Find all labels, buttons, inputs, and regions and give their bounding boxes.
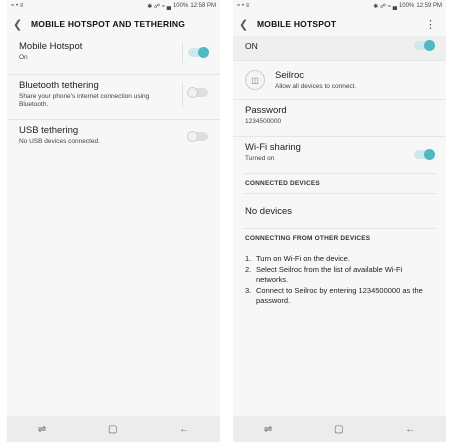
network-name: Seilroc	[275, 69, 305, 81]
recents-icon[interactable]: ⇌	[38, 424, 46, 435]
home-icon[interactable]: ▢	[108, 424, 117, 435]
back-icon[interactable]: ←	[179, 424, 189, 435]
divider	[182, 83, 183, 107]
back-icon[interactable]: ←	[405, 424, 415, 435]
status-bar: ≈ • ≡ ✱ ☍ ≈ ▄ 100% 12:58 PM	[7, 0, 220, 12]
more-options-icon[interactable]: ⋮	[425, 18, 436, 31]
back-arrow-icon[interactable]: ❮	[13, 18, 27, 31]
battery-level: 100%	[172, 3, 189, 9]
connection-steps: 1. Turn on Wi-Fi on the device. 2. Select …	[233, 254, 446, 307]
wifi-sharing-status: Turned on	[245, 155, 275, 162]
wifi-sharing-row[interactable]: Wi-Fi sharing Turned on	[233, 136, 446, 173]
password-row[interactable]: Password 1234500000	[233, 99, 446, 136]
signal-icons: ✱ ☍ ≈ ▄	[147, 3, 171, 10]
navigation-bar: ⇌ ▢ ←	[7, 416, 220, 442]
clock: 12:58 PM	[190, 3, 216, 9]
page-title: MOBILE HOTSPOT AND TETHERING	[31, 19, 186, 29]
hotspot-master-toggle[interactable]	[414, 40, 435, 51]
app-bar: ❮ MOBILE HOTSPOT AND TETHERING	[7, 12, 220, 36]
master-switch-row[interactable]: ON	[233, 36, 446, 60]
usb-tethering-label: USB tethering	[19, 125, 79, 136]
navigation-bar: ⇌ ▢ ←	[233, 416, 446, 442]
bluetooth-tethering-row[interactable]: Bluetooth tethering Share your phone's i…	[7, 74, 220, 119]
wifi-sharing-label: Wi-Fi sharing	[245, 142, 301, 153]
password-label: Password	[245, 105, 287, 116]
left-phone-screen: ≈ • ≡ ✱ ☍ ≈ ▄ 100% 12:58 PM ❮ MOBILE HOT…	[7, 0, 220, 442]
back-arrow-icon[interactable]: ❮	[239, 18, 253, 31]
network-allow-description: Allow all devices to connect.	[275, 82, 357, 90]
clock: 12:59 PM	[416, 3, 442, 9]
app-bar: ❮ MOBILE HOTSPOT ⋮	[233, 12, 446, 36]
step-2: 2. Select Seilroc from the list of availa…	[245, 264, 403, 285]
mobile-hotspot-row[interactable]: Mobile Hotspot On	[7, 36, 220, 74]
right-phone-screen: ≈ • ≡ ✱ ☍ ≈ ▄ 100% 12:59 PM ❮ MOBILE HOT…	[233, 0, 446, 442]
step-1: 1. Turn on Wi-Fi on the device.	[245, 254, 350, 263]
mobile-hotspot-toggle[interactable]	[188, 47, 209, 58]
usb-tethering-toggle[interactable]	[187, 131, 208, 142]
connected-devices-header: CONNECTED DEVICES	[245, 180, 320, 187]
notification-icons: ≈ • ≡	[237, 3, 250, 9]
usb-tethering-row[interactable]: USB tethering No USB devices connected.	[7, 119, 220, 156]
divider	[182, 43, 183, 63]
bluetooth-tethering-label: Bluetooth tethering	[19, 80, 99, 91]
network-name-row[interactable]: ◫ Seilroc Allow all devices to connect.	[233, 60, 446, 99]
on-label: ON	[245, 41, 258, 51]
mobile-hotspot-status: On	[19, 54, 28, 61]
no-devices-text: No devices	[245, 205, 292, 217]
signal-icons: ✱ ☍ ≈ ▄	[373, 3, 397, 10]
password-value: 1234500000	[245, 118, 282, 125]
usb-tethering-description: No USB devices connected.	[19, 138, 100, 145]
connecting-from-other-devices-header: CONNECTING FROM OTHER DEVICES	[245, 235, 371, 242]
no-devices-row: No devices	[233, 194, 446, 228]
mobile-hotspot-label: Mobile Hotspot	[19, 41, 83, 52]
wifi-sharing-toggle[interactable]	[414, 149, 435, 160]
page-title: MOBILE HOTSPOT	[257, 19, 337, 29]
battery-level: 100%	[398, 3, 415, 9]
step-3: 3. Connect to Seilroc by entering 1234500…	[245, 285, 423, 306]
recents-icon[interactable]: ⇌	[264, 424, 272, 435]
status-bar: ≈ • ≡ ✱ ☍ ≈ ▄ 100% 12:59 PM	[233, 0, 446, 12]
bluetooth-tethering-description: Share your phone's internet connection u…	[19, 93, 150, 108]
hotspot-icon: ◫	[245, 70, 265, 90]
notification-icons: ≈ • ≡	[11, 3, 24, 9]
home-icon[interactable]: ▢	[334, 424, 343, 435]
bluetooth-tethering-toggle[interactable]	[187, 87, 208, 98]
